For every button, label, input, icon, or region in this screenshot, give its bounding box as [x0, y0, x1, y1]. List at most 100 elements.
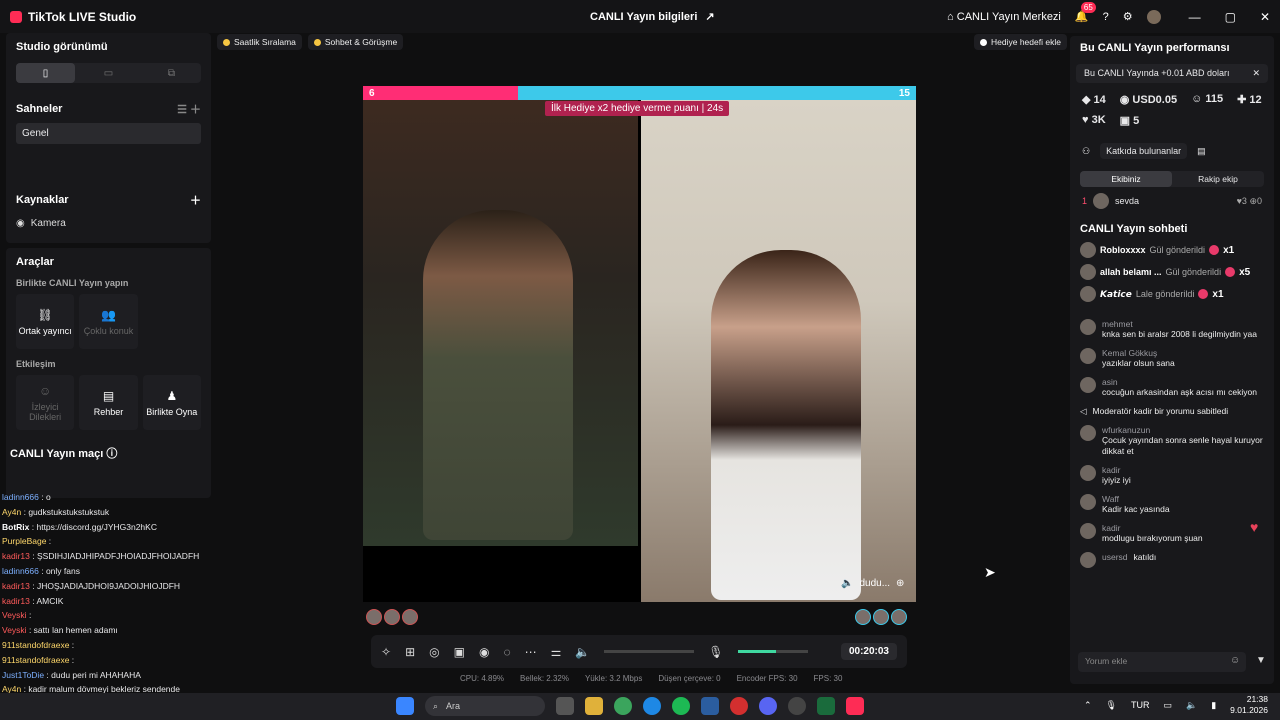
- tiktok-live-icon[interactable]: [846, 697, 864, 715]
- chat-message[interactable]: asin cocuğun arkasindan aşk acısı mı ceki…: [1070, 373, 1274, 402]
- app-icon[interactable]: [817, 697, 835, 715]
- record-icon[interactable]: ◉: [479, 645, 489, 659]
- studio-view-dropdown[interactable]: Studio görünümü: [16, 41, 201, 53]
- file-explorer-icon[interactable]: [585, 697, 603, 715]
- effects-icon[interactable]: ⊞: [405, 645, 415, 659]
- edge-icon[interactable]: [643, 697, 661, 715]
- avatar[interactable]: [873, 609, 889, 625]
- split-view-button[interactable]: ⧉: [142, 63, 201, 83]
- gift-goal-chip[interactable]: Hediye hedefi ekle: [974, 34, 1067, 50]
- filter-icon[interactable]: ◎: [429, 645, 439, 659]
- taskbar-search[interactable]: ⌕ Ara: [425, 696, 545, 716]
- avatar[interactable]: [366, 609, 382, 625]
- multi-guest-button[interactable]: 👥 Çoklu konuk: [79, 294, 138, 349]
- chat-message[interactable]: Kemal Gökkuş yazıklar olsun sana: [1070, 344, 1274, 373]
- camera-toggle-icon[interactable]: ◌: [503, 645, 510, 659]
- gift-count: x1: [1223, 244, 1235, 256]
- bell-icon[interactable]: 🔔 65: [1075, 2, 1096, 23]
- source-camera[interactable]: ◉ Kamera: [16, 218, 201, 229]
- more-icon[interactable]: ⋯: [525, 645, 537, 659]
- live-center-button[interactable]: ⌂ CANLI Yayın Merkezi: [947, 11, 1061, 23]
- cohost-button[interactable]: ⛓ Ortak yayıncı: [16, 294, 75, 349]
- tab-your-team[interactable]: Ekibiniz: [1080, 171, 1172, 187]
- plus-icon[interactable]: ⊕: [896, 578, 904, 589]
- guide-button[interactable]: ▤ Rehber: [79, 375, 138, 430]
- overlay-chat-line: ladinn666 : only fans: [2, 564, 217, 579]
- gear-icon[interactable]: ⚙: [1123, 10, 1133, 23]
- hourly-ranking-chip[interactable]: Saatlik Sıralama: [217, 34, 302, 50]
- maximize-icon[interactable]: ▢: [1225, 10, 1236, 24]
- clock[interactable]: 21:38 9.01.2026: [1230, 694, 1268, 716]
- play-together-button[interactable]: ♟ Birlikte Oyna: [142, 375, 201, 430]
- avatar[interactable]: [384, 609, 400, 625]
- avatar[interactable]: [855, 609, 871, 625]
- tab-rival-team[interactable]: Rakip ekip: [1172, 171, 1264, 187]
- send-icon[interactable]: ▼: [1256, 655, 1266, 666]
- opera-icon[interactable]: [730, 697, 748, 715]
- rose-icon: [1198, 289, 1209, 299]
- avatar: [1080, 552, 1096, 568]
- gift-row[interactable]: allah belamı ... Gül gönderildi x5: [1070, 261, 1274, 283]
- settings-sliders-icon[interactable]: ⚌: [551, 645, 562, 659]
- chat-message[interactable]: kadir iyiyiz iyi: [1070, 461, 1274, 490]
- overlay-chat-user: kadir13: [2, 595, 30, 606]
- gift-row[interactable]: 𝙆𝙖𝙩𝙞𝙘𝙚 Lale gönderildi x1: [1070, 283, 1274, 305]
- minimize-icon[interactable]: —: [1189, 10, 1201, 24]
- avatar[interactable]: [1146, 9, 1161, 24]
- screen-icon[interactable]: ▣: [454, 645, 465, 659]
- close-icon[interactable]: ✕: [1260, 10, 1270, 24]
- earnings-banner[interactable]: Bu CANLI Yayında +0.01 ABD doları ✕: [1076, 64, 1268, 83]
- landscape-view-button[interactable]: ▭: [79, 63, 138, 83]
- add-source-icon[interactable]: ＋: [190, 192, 201, 208]
- app-icon[interactable]: [788, 697, 806, 715]
- guest-camera: [641, 100, 916, 602]
- scene-item-general[interactable]: Genel: [16, 123, 201, 144]
- list-icon[interactable]: ▤: [1197, 146, 1206, 157]
- close-icon[interactable]: ✕: [1252, 68, 1260, 79]
- mic-icon[interactable]: 🎙: [1106, 700, 1117, 711]
- language-indicator[interactable]: TUR: [1131, 700, 1150, 710]
- chat-message[interactable]: wfurkanuzun Çocuk yayından sonra senle ha…: [1070, 421, 1274, 461]
- chat-meet-chip[interactable]: Sohbet & Görüşme: [307, 34, 404, 50]
- chat-message[interactable]: kadir modlugu bırakıyorum şuan: [1070, 519, 1274, 548]
- contributors-button[interactable]: Katkıda bulunanlar: [1100, 143, 1188, 159]
- windows-start-icon[interactable]: [396, 697, 414, 715]
- multi-guest-label: Çoklu konuk: [83, 325, 134, 336]
- chat-message[interactable]: Waff Kadir kac yasında: [1070, 490, 1274, 519]
- portrait-view-button[interactable]: ▯: [16, 63, 75, 83]
- share-icon[interactable]: ↗: [705, 10, 714, 23]
- volume-icon[interactable]: 🔈: [575, 645, 590, 659]
- volume-icon[interactable]: 🔈: [1186, 700, 1197, 711]
- comment-input[interactable]: Yorum ekle: [1078, 652, 1246, 672]
- chrome-icon[interactable]: [614, 697, 632, 715]
- discord-icon[interactable]: [759, 697, 777, 715]
- display-icon[interactable]: ▭: [1163, 700, 1172, 711]
- overlay-chat-user: kadir13: [2, 551, 30, 562]
- chevron-up-icon[interactable]: ⌃: [1084, 700, 1092, 711]
- mic-slider[interactable]: [737, 650, 808, 653]
- emoji-icon[interactable]: ☺: [1230, 655, 1240, 666]
- add-scene-icon[interactable]: ☰ ＋: [177, 101, 201, 117]
- steam-icon[interactable]: [701, 697, 719, 715]
- viewer-requests-button[interactable]: ☺ İzleyici Dilekleri: [16, 375, 75, 430]
- chat-message[interactable]: mehmet knka sen bi aralsr 2008 li degilmi…: [1070, 315, 1274, 344]
- help-icon[interactable]: ?: [1103, 11, 1109, 23]
- rank-row[interactable]: 1 sevda ♥3 ⊕0: [1070, 187, 1274, 215]
- overlay-chat-text: : sattı lan hemen adamı: [26, 625, 118, 636]
- avatar[interactable]: [891, 609, 907, 625]
- user-plus-icon[interactable]: ⚇: [1082, 146, 1090, 157]
- speaker-icon[interactable]: 🔈: [841, 578, 853, 589]
- live-center-label: CANLI Yayın Merkezi: [956, 10, 1061, 23]
- cohost-label: Ortak yayıncı: [18, 325, 72, 336]
- gift-row[interactable]: Robloxxxx Gül gönderildi x1: [1070, 239, 1274, 261]
- spotify-icon[interactable]: [672, 697, 690, 715]
- magic-icon[interactable]: ✧: [381, 645, 391, 659]
- mic-icon[interactable]: 🎙: [708, 645, 723, 659]
- volume-slider[interactable]: [604, 650, 695, 653]
- battery-icon[interactable]: ▮: [1211, 700, 1216, 711]
- task-view-icon[interactable]: [556, 697, 574, 715]
- guest-name-tag[interactable]: 🔈 dudu... ⊕: [841, 578, 904, 589]
- live-info-title[interactable]: CANLI Yayın bilgileri ↗: [590, 10, 715, 24]
- avatar[interactable]: [402, 609, 418, 625]
- notif-badge: 65: [1080, 2, 1096, 13]
